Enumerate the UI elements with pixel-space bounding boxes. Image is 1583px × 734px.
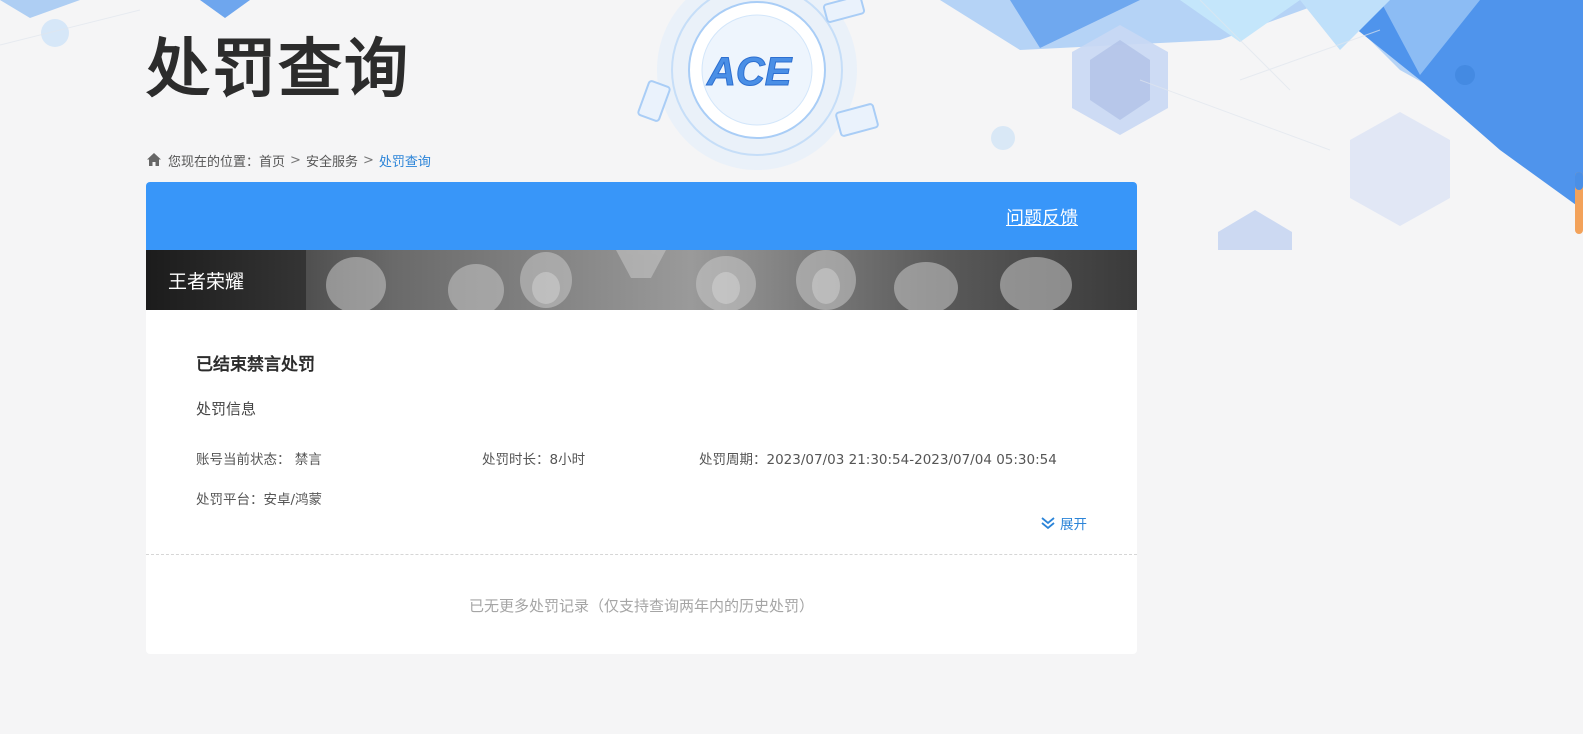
breadcrumb-separator: > — [290, 152, 301, 168]
penalty-duration: 处罚时长：8小时 — [482, 452, 586, 468]
penalty-platform: 处罚平台：安卓/鸿蒙 — [196, 492, 323, 508]
page: ACE 处罚查询 您现在的位置： 首页 > 安全服务 > 处罚查询 问题反馈 王… — [0, 0, 1583, 734]
game-banner-art — [146, 250, 1137, 310]
section-label: 处罚信息 — [196, 400, 257, 418]
home-icon — [147, 153, 161, 166]
account-status: 账号当前状态： 禁言 — [196, 452, 322, 468]
card-header: 问题反馈 — [146, 182, 1137, 250]
ace-logo-text: ACE — [706, 50, 793, 94]
expand-label: 展开 — [1060, 517, 1087, 533]
game-name: 王者荣耀 — [168, 271, 245, 293]
penalty-card: 问题反馈 王者荣耀 已结束禁言处罚 处罚信息 账号当前状态： 禁言 处罚时长：8… — [146, 182, 1137, 654]
record-title: 已结束禁言处罚 — [196, 355, 315, 375]
divider — [146, 554, 1137, 555]
breadcrumb: 您现在的位置： 首页 > 安全服务 > 处罚查询 — [146, 150, 431, 170]
feedback-link[interactable]: 问题反馈 — [1006, 204, 1078, 230]
end-note: 已无更多处罚记录（仅支持查询两年内的历史处罚） — [468, 597, 814, 615]
scrollbar[interactable] — [1575, 172, 1583, 234]
penalty-record: 已结束禁言处罚 处罚信息 账号当前状态： 禁言 处罚时长：8小时 处罚周期：20… — [146, 310, 1137, 554]
breadcrumb-security-link[interactable]: 安全服务 — [306, 151, 358, 170]
penalty-period: 处罚周期：2023/07/03 21:30:54-2023/07/04 05:3… — [699, 452, 1057, 468]
ace-logo: ACE — [706, 50, 794, 95]
breadcrumb-prefix: 您现在的位置： — [168, 154, 260, 170]
page-title: 处罚查询 — [146, 33, 410, 107]
breadcrumb-home-link[interactable]: 首页 — [259, 151, 285, 170]
game-banner: 王者荣耀 — [146, 250, 1137, 310]
expand-button[interactable]: 展开 — [1040, 513, 1087, 533]
double-chevron-down-icon — [1041, 517, 1055, 530]
breadcrumb-current: 处罚查询 — [378, 154, 431, 170]
breadcrumb-separator: > — [362, 152, 374, 168]
